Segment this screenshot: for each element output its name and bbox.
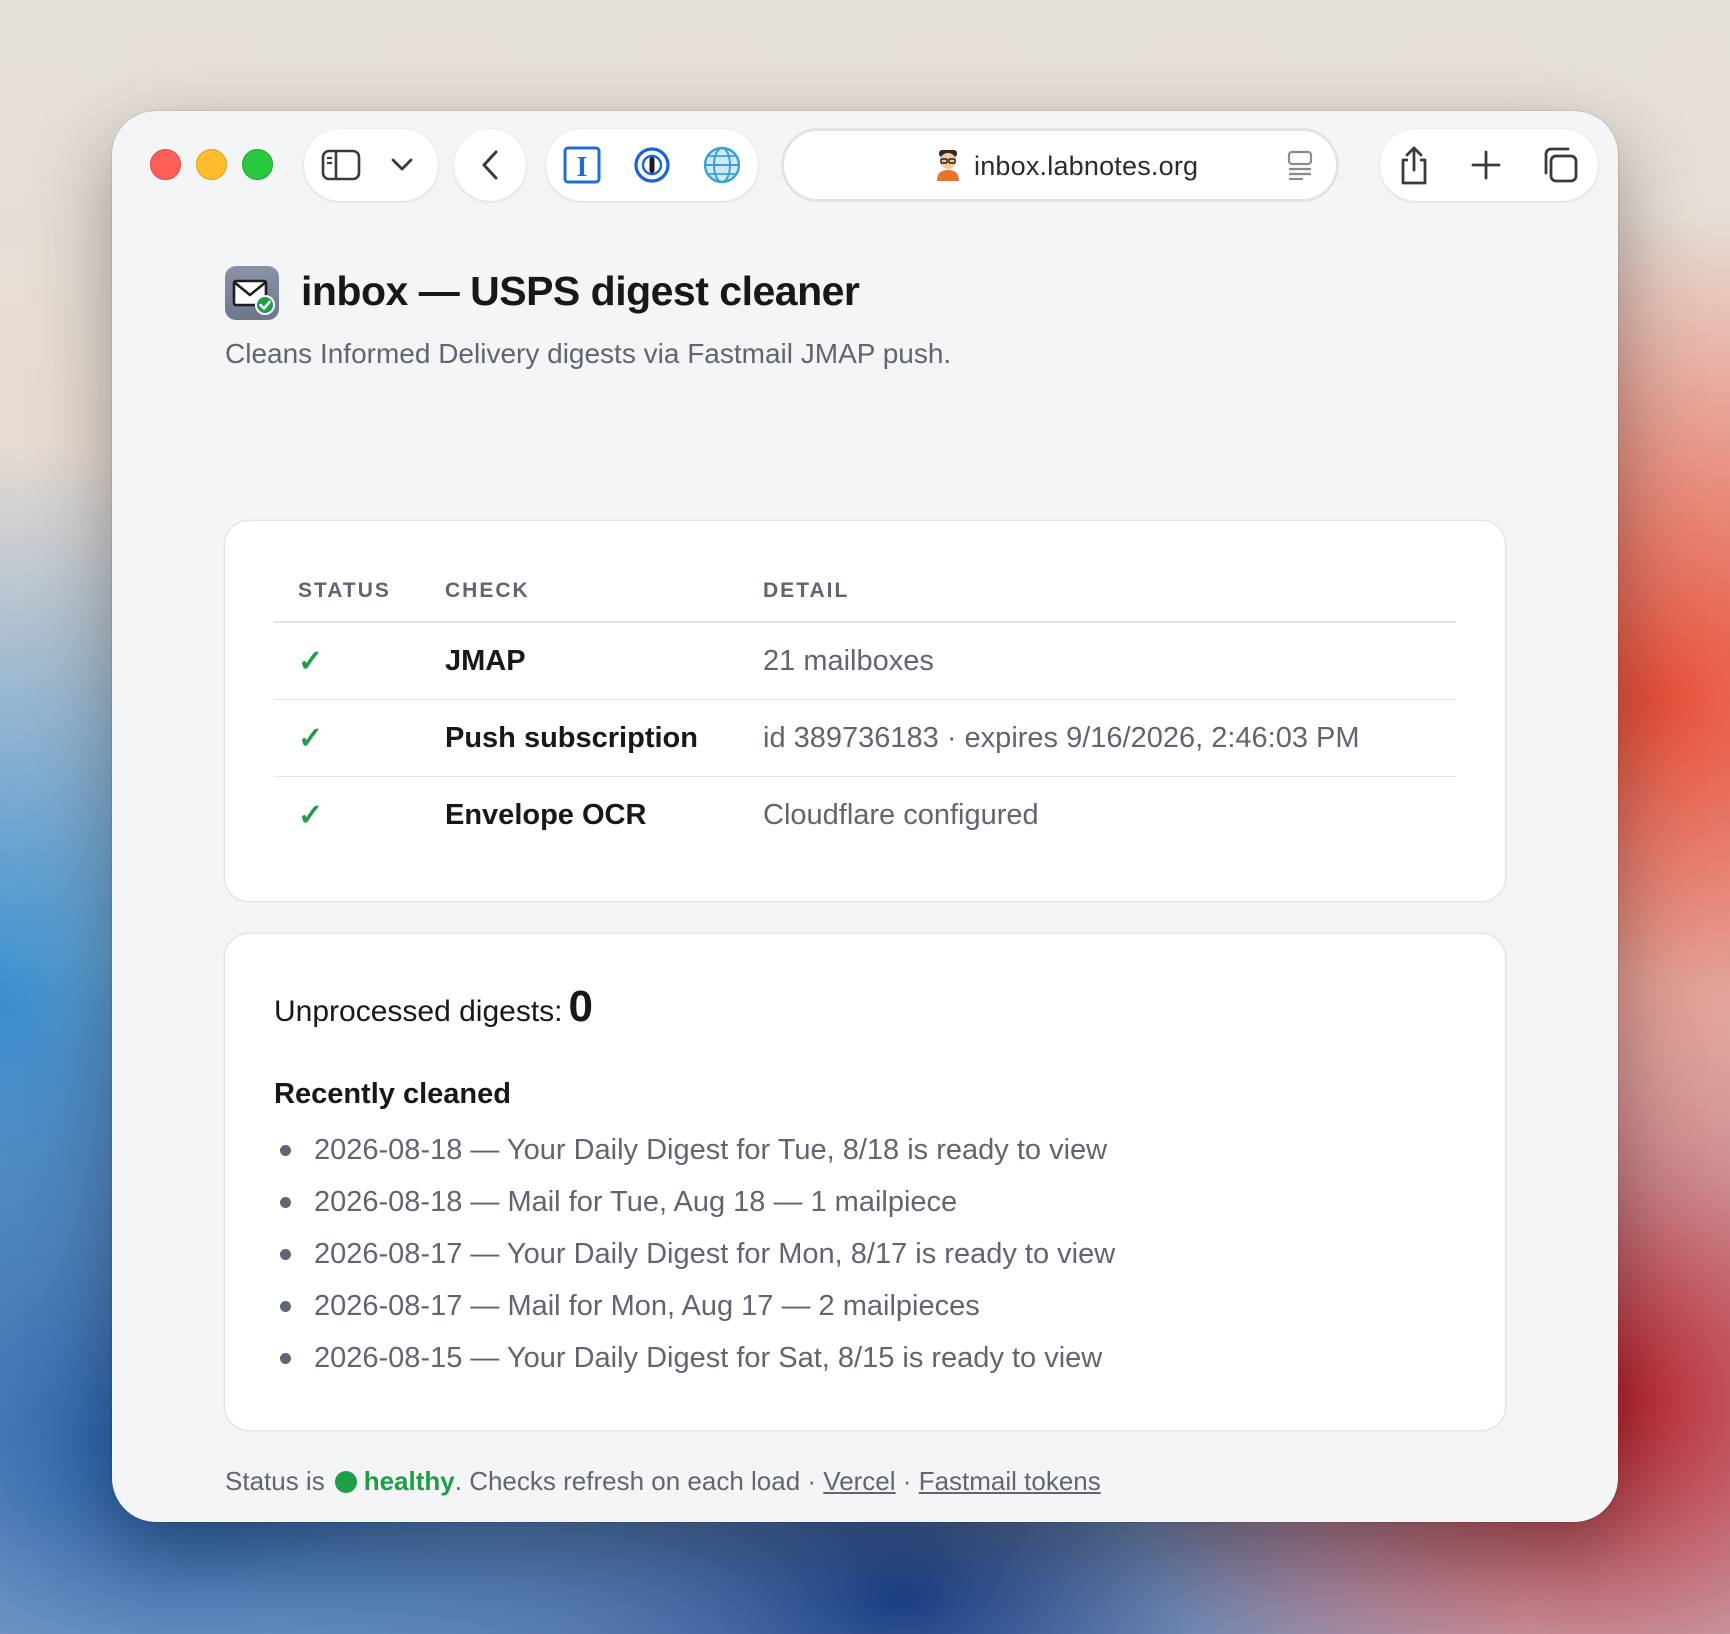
unprocessed-digests: Unprocessed digests: 0 [274,982,593,1032]
globe-icon[interactable] [702,145,742,185]
status-cell: ✓ [274,699,421,777]
list-item: 2026-08-17 — Mail for Mon, Aug 17 — 2 ma… [274,1280,1115,1332]
page-subtitle: Cleans Informed Delivery digests via Fas… [225,338,952,369]
checks-card: STATUS CHECK DETAIL ✓ JMAP 21 mailboxes … [225,521,1505,901]
check-detail: Cloudflare configured [763,798,1039,831]
check-name: JMAP [421,622,739,700]
check-name: Push subscription [421,699,739,777]
table-row: ✓ JMAP 21 mailboxes [274,622,1456,700]
password-manager-icon[interactable] [632,145,672,185]
tabs-overview-icon[interactable] [1540,145,1580,185]
mail-check-icon [225,266,279,320]
column-header-check: CHECK [421,561,739,623]
check-detail: 21 mailboxes [739,622,1456,700]
plus-icon[interactable] [1468,147,1504,183]
text-cursor-extension-icon[interactable]: I [562,145,602,185]
column-header-status: STATUS [274,561,421,623]
list-item: 2026-08-17 — Your Daily Digest for Mon, … [274,1228,1115,1280]
sidebar-controls [304,129,438,201]
tab-actions [1380,129,1598,201]
recently-cleaned-list: 2026-08-18 — Your Daily Digest for Tue, … [274,1124,1115,1384]
url-text: inbox.labnotes.org [974,151,1199,181]
list-item: 2026-08-18 — Your Daily Digest for Tue, … [274,1124,1115,1176]
close-window-button[interactable] [150,149,181,180]
site-favicon-icon [932,147,964,183]
list-item: 2026-08-15 — Your Daily Digest for Sat, … [274,1332,1115,1384]
status-badge: healthy [363,1466,455,1496]
status-cell: ✓ [274,622,421,700]
check-detail: id 389736183 · expires 9/16/2026, 2:46:0… [739,699,1456,777]
footer-prefix: Status is [225,1466,325,1496]
check-name: Envelope OCR [445,798,647,831]
table-row: ✓ Push subscription id 389736183 · expir… [274,699,1456,777]
share-icon[interactable] [1394,143,1434,187]
zoom-window-button[interactable] [242,149,273,180]
minimize-window-button[interactable] [196,149,227,180]
reader-icon[interactable] [1284,149,1316,181]
list-item: 2026-08-18 — Mail for Tue, Aug 18 — 1 ma… [274,1176,1115,1228]
check-mark-icon: ✓ [298,721,324,755]
footer-separator: · [902,1466,912,1496]
fastmail-tokens-link[interactable]: Fastmail tokens [919,1466,1101,1497]
chevron-down-icon[interactable] [388,153,416,177]
extensions-toolbar: I [546,129,758,201]
footer-suffix: . Checks refresh on each load · [454,1466,817,1496]
digests-card: Unprocessed digests: 0 Recently cleaned 2… [225,934,1505,1430]
table-row: ✓ Envelope OCR Cloudflare configured [274,777,1456,854]
check-mark-icon: ✓ [298,644,324,678]
sidebar-icon[interactable] [320,147,362,183]
back-icon [474,149,506,181]
unprocessed-label: Unprocessed digests: [274,995,563,1028]
recently-cleaned-heading: Recently cleaned [274,1078,511,1110]
unprocessed-count: 0 [568,982,593,1031]
status-cell: ✓ [274,777,421,854]
check-mark-icon: ✓ [298,798,324,832]
browser-window: I inbox.labnotes.org inbox — USPS digest… [112,111,1618,1522]
address-bar[interactable]: inbox.labnotes.org [784,131,1336,199]
status-footer: Status is healthy . Checks refresh on ea… [225,1466,1101,1497]
vercel-link[interactable]: Vercel [823,1466,895,1497]
status-dot-icon [334,1470,357,1493]
svg-text:I: I [577,152,588,183]
page-title: inbox — USPS digest cleaner [301,268,860,314]
checks-table: STATUS CHECK DETAIL ✓ JMAP 21 mailboxes … [274,561,1456,853]
back-button[interactable] [454,129,526,201]
column-header-detail: DETAIL [739,561,1456,623]
